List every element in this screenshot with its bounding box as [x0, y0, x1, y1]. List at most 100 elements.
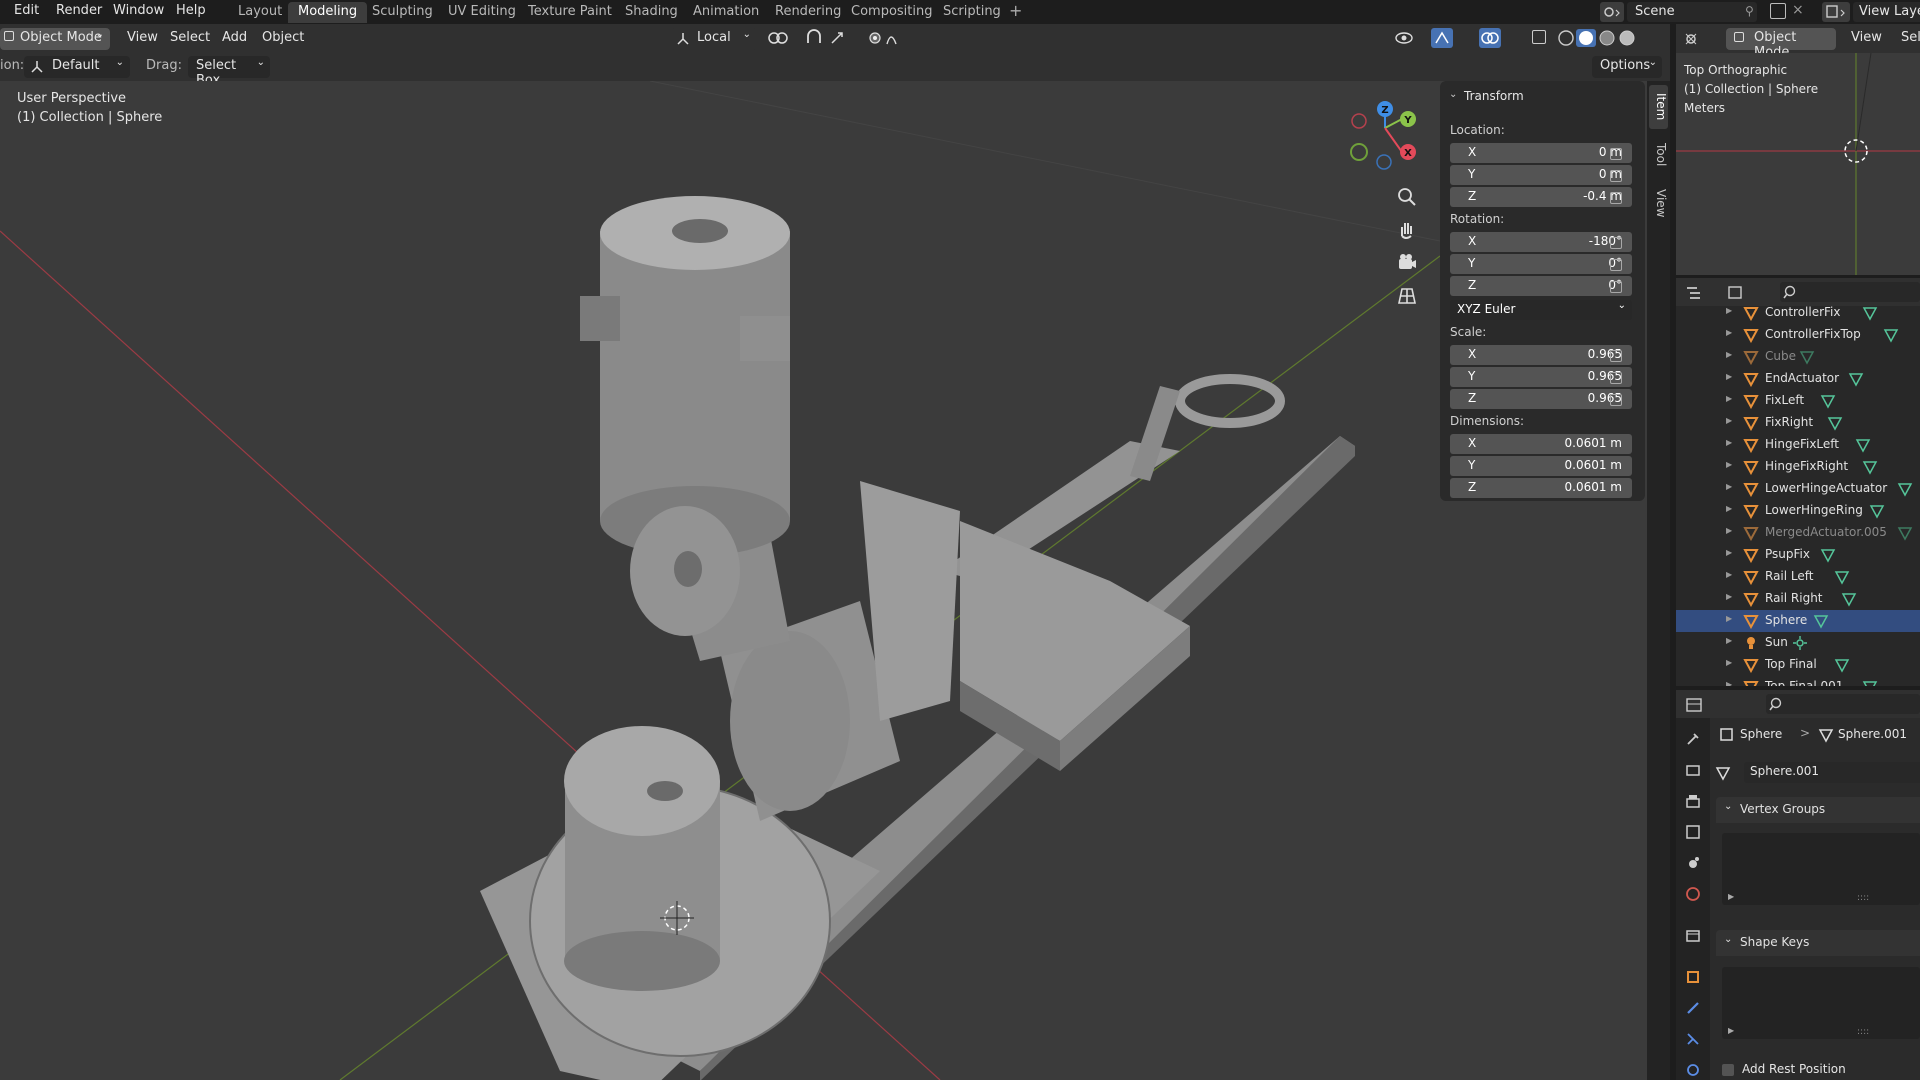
outliner-item[interactable]: ▶ FixRight [1676, 412, 1920, 434]
output-properties-icon[interactable] [1684, 792, 1702, 810]
view-layer-browse-button[interactable] [1822, 2, 1850, 22]
menu-window[interactable]: Window [113, 3, 164, 18]
properties-editor-icon[interactable] [1684, 696, 1714, 714]
transform-section-title[interactable]: Transform [1464, 89, 1524, 103]
mesh-data-icon[interactable] [1855, 437, 1871, 453]
shape-keys-panel-header[interactable]: ⌄ Shape Keys [1716, 930, 1920, 956]
tab-sculpting[interactable]: Sculpting [362, 2, 443, 23]
mesh-browse-icon[interactable] [1715, 765, 1745, 781]
menu-help[interactable]: Help [176, 3, 206, 18]
close-icon[interactable]: × [1792, 2, 1804, 18]
overlays-toggle-button[interactable] [1479, 28, 1501, 48]
shape-keys-list[interactable]: ▶ :::: [1722, 967, 1920, 1039]
expand-triangle-icon[interactable]: ▶ [1726, 416, 1732, 425]
tab-layout[interactable]: Layout [228, 2, 292, 23]
tab-view[interactable]: View [1649, 181, 1668, 225]
expand-triangle-icon[interactable]: ▶ [1726, 306, 1732, 315]
outliner-item[interactable]: ▶ Top Final.001 [1676, 676, 1920, 686]
breadcrumb-data[interactable]: Sphere.001 [1838, 727, 1907, 741]
tab-modeling[interactable]: Modeling [288, 2, 368, 23]
visibility-icon[interactable] [1394, 29, 1422, 47]
add-workspace-button[interactable]: + [1009, 1, 1022, 20]
mini-mode-dropdown[interactable]: Object Mode [1726, 28, 1836, 60]
resize-handle-icon[interactable]: :::: [1857, 893, 1869, 903]
mesh-data-icon[interactable] [1862, 679, 1878, 686]
zoom-button[interactable] [1393, 183, 1421, 211]
expand-triangle-icon[interactable]: ▶ [1726, 504, 1732, 513]
menu-render[interactable]: Render [56, 3, 102, 18]
mesh-data-icon[interactable] [1841, 591, 1857, 607]
outliner-item[interactable]: ▶ EndActuator [1676, 368, 1920, 390]
mini-menu-select[interactable]: Selec [1901, 30, 1920, 45]
menu-select[interactable]: Select [170, 30, 210, 45]
outliner-item[interactable]: ▶ Top Final [1676, 654, 1920, 676]
add-rest-position-checkbox[interactable] [1722, 1064, 1734, 1076]
outliner[interactable]: ▶ ControllerFix ▶ ControllerFixTop ▶ Cube ▶ End… [1676, 306, 1920, 686]
scene-name-field[interactable]: Scene [1627, 2, 1757, 22]
mesh-data-icon[interactable] [1834, 657, 1850, 673]
navigation-gizmo[interactable]: Z Y X [1350, 101, 1416, 170]
expand-triangle-icon[interactable]: ▶ [1726, 482, 1732, 491]
expand-triangle-icon[interactable]: ▶ [1726, 658, 1732, 667]
perspective-toggle-button[interactable] [1393, 282, 1421, 310]
rotation-y-field[interactable]: Y 0° [1450, 254, 1632, 274]
expand-triangle-icon[interactable]: ▶ [1726, 570, 1732, 579]
modifier-properties-icon[interactable] [1684, 999, 1702, 1017]
mesh-data-icon[interactable] [1813, 613, 1829, 629]
expand-triangle-icon[interactable]: ▶ [1726, 526, 1732, 535]
drag-dropdown[interactable]: Select Box ⌄ [188, 56, 270, 88]
collection-properties-icon[interactable] [1684, 927, 1702, 945]
pan-button[interactable] [1393, 216, 1421, 244]
location-x-field[interactable]: X0 m [1450, 143, 1632, 163]
mesh-data-icon[interactable] [1869, 503, 1885, 519]
controller-plate-model[interactable] [960, 521, 1190, 771]
outliner-item[interactable]: ▶ LowerHingeActuator [1676, 478, 1920, 500]
tab-animation[interactable]: Animation [683, 2, 769, 23]
expand-triangle-icon[interactable]: ▶ [1726, 548, 1732, 557]
menu-view[interactable]: View [127, 30, 158, 45]
dimensions-x-field[interactable]: X 0.0601 m [1450, 434, 1632, 454]
mesh-data-icon[interactable] [1820, 547, 1836, 563]
outliner-item[interactable]: ▶ HingeFixLeft [1676, 434, 1920, 456]
scene-properties-icon[interactable] [1684, 854, 1702, 872]
view-layer-field[interactable]: View Layer [1853, 2, 1920, 22]
vertex-groups-panel-header[interactable]: ⌄ Vertex Groups [1716, 797, 1920, 823]
proportional-editing-icon[interactable] [866, 28, 904, 48]
display-mode-icon[interactable] [1726, 284, 1760, 302]
vertex-groups-list[interactable]: ▶ :::: [1722, 833, 1920, 905]
mesh-data-icon[interactable] [1862, 306, 1878, 321]
expand-triangle-icon[interactable]: ▶ [1726, 614, 1732, 623]
outliner-item[interactable]: ▶ ControllerFix [1676, 306, 1920, 324]
mesh-data-icon[interactable] [1799, 349, 1815, 365]
world-properties-icon[interactable] [1684, 885, 1702, 903]
light-data-icon[interactable] [1792, 635, 1808, 651]
outliner-item[interactable]: ▶ PsupFix [1676, 544, 1920, 566]
xray-toggle-icon[interactable] [1532, 30, 1546, 44]
dimensions-z-field[interactable]: Z 0.0601 m [1450, 478, 1632, 498]
rotation-x-field[interactable]: X -180° [1450, 232, 1632, 252]
particles-properties-icon[interactable] [1684, 1030, 1702, 1048]
resize-handle-icon[interactable]: :::: [1857, 1027, 1869, 1037]
3d-viewport[interactable]: Z Y X User Perspective (1) Collection | … [0, 81, 1647, 1080]
outliner-search-input[interactable] [1780, 282, 1920, 302]
expand-triangle-icon[interactable]: ▶ [1728, 892, 1734, 901]
scale-y-field[interactable]: Y 0.965 [1450, 367, 1632, 387]
render-properties-icon[interactable] [1684, 761, 1702, 779]
outliner-item[interactable]: ▶ FixLeft [1676, 390, 1920, 412]
outliner-item[interactable]: ▶ Cube [1676, 346, 1920, 368]
camera-view-button[interactable] [1393, 249, 1421, 277]
mesh-data-icon[interactable] [1897, 481, 1913, 497]
expand-triangle-icon[interactable]: ▶ [1726, 592, 1732, 601]
pin-icon[interactable]: ⚲ [1745, 4, 1754, 18]
outliner-item[interactable]: ▶ Rail Right [1676, 588, 1920, 610]
tab-compositing[interactable]: Compositing [841, 2, 943, 23]
mini-menu-view[interactable]: View [1851, 30, 1882, 45]
tab-tool[interactable]: Tool [1649, 133, 1668, 177]
top-orthographic-viewport[interactable]: Top Orthographic (1) Collection | Sphere… [1676, 53, 1920, 275]
properties-search-input[interactable] [1766, 694, 1920, 714]
object-properties-icon[interactable] [1684, 968, 1702, 986]
tab-uv-editing[interactable]: UV Editing [438, 2, 526, 23]
mesh-data-icon[interactable] [1827, 415, 1843, 431]
menu-add[interactable]: Add [222, 30, 247, 45]
new-scene-icon[interactable] [1770, 3, 1786, 19]
